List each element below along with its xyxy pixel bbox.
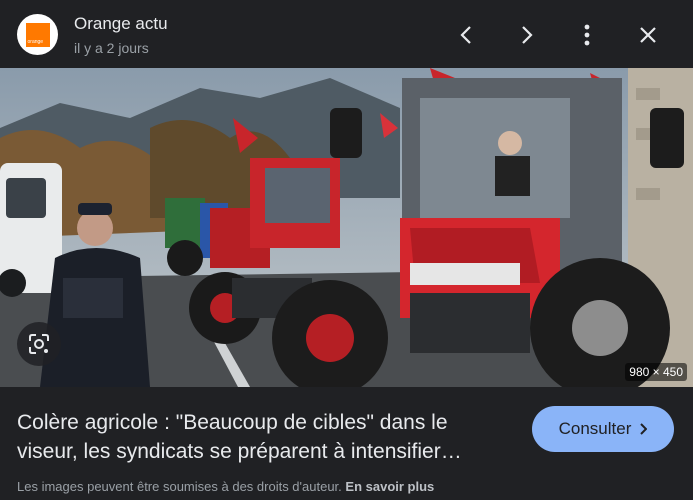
copyright-text: Les images peuvent être soumises à des d… xyxy=(17,479,342,494)
copyright-notice: Les images peuvent être soumises à des d… xyxy=(17,479,434,494)
previous-button[interactable] xyxy=(451,20,481,50)
orange-logo-icon: orange xyxy=(25,22,50,47)
google-lens-button[interactable] xyxy=(17,322,61,366)
source-name[interactable]: Orange actu xyxy=(74,14,168,34)
chevron-left-icon xyxy=(460,26,471,44)
publish-time: il y a 2 jours xyxy=(74,40,149,56)
header: orange Orange actu il y a 2 jours xyxy=(0,0,693,68)
consult-button-label: Consulter xyxy=(558,419,632,438)
consult-button[interactable]: Consulter xyxy=(532,406,674,452)
source-logo[interactable]: orange xyxy=(17,14,58,55)
lens-icon xyxy=(29,334,49,354)
learn-more-link[interactable]: En savoir plus xyxy=(345,479,434,494)
close-button[interactable] xyxy=(633,20,663,50)
chevron-right-small-icon xyxy=(640,423,648,435)
more-vert-icon xyxy=(584,24,590,46)
image-dimensions: 980 × 450 xyxy=(625,363,687,381)
next-button[interactable] xyxy=(512,20,542,50)
close-icon xyxy=(640,27,656,43)
image-illustration xyxy=(0,68,693,387)
chevron-right-icon xyxy=(522,26,533,44)
more-options-button[interactable] xyxy=(572,20,602,50)
article-image[interactable]: 980 × 450 xyxy=(0,68,693,387)
article-title[interactable]: Colère agricole : "Beaucoup de cibles" d… xyxy=(17,408,507,466)
logo-text: orange xyxy=(27,38,44,45)
